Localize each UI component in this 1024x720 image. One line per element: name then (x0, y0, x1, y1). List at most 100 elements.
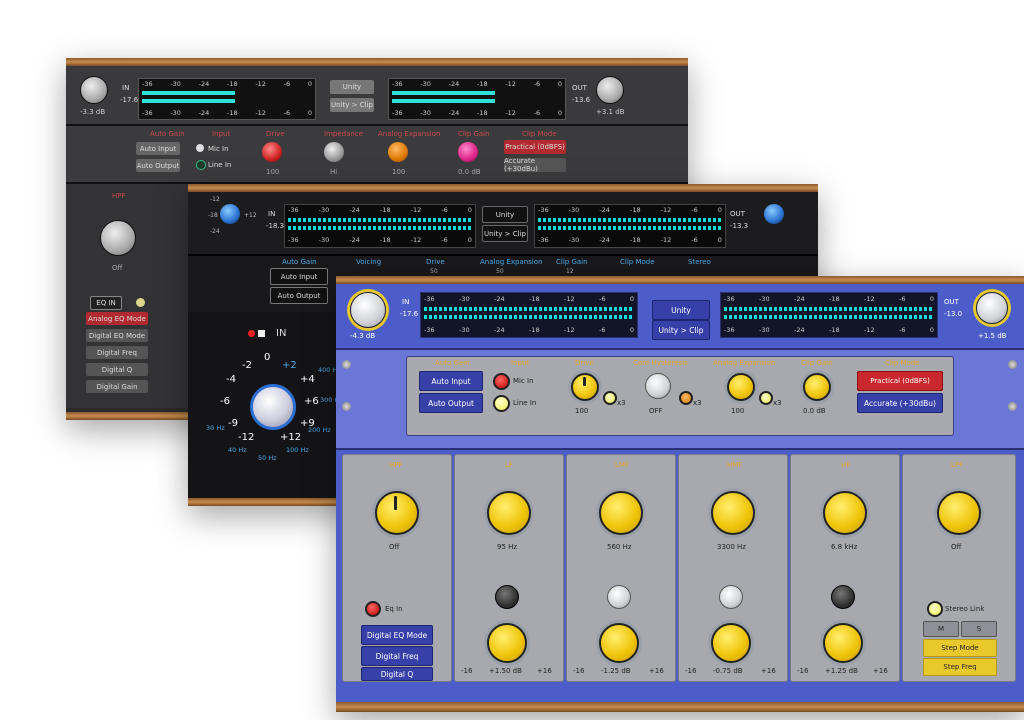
hf-freq-knob[interactable] (823, 491, 867, 535)
hmf-gain-knob[interactable] (711, 623, 751, 663)
meter-scale-top: -36 -30 -24 -18 -12 -6 0 (142, 80, 312, 88)
dial-label: +6 (304, 396, 319, 407)
dial-label: +4 (300, 374, 315, 385)
clip-accurate-button[interactable]: Accurate (+30dBu) (504, 157, 566, 173)
eq-in-led[interactable] (136, 298, 145, 307)
hmf-freq-knob[interactable] (711, 491, 755, 535)
unity-button[interactable]: Unity (652, 300, 710, 320)
clip-practical-button[interactable]: Practical (0dBFS) (857, 371, 943, 391)
freq-label: 30 Hz (206, 424, 225, 432)
mode-digital-freq[interactable]: Digital Freq (86, 346, 148, 359)
gain-max: +16 (761, 667, 776, 675)
step-freq-button[interactable]: Step Freq (923, 658, 997, 676)
lf-gain-knob[interactable] (487, 623, 527, 663)
in-led[interactable] (248, 330, 255, 337)
clip-gain-knob[interactable] (803, 373, 831, 401)
band-gain: -1.25 dB (601, 667, 631, 675)
eq-in-label[interactable]: EQ IN (90, 296, 122, 310)
expansion-x3-led[interactable] (759, 391, 773, 405)
core-hysteresis-knob[interactable] (645, 373, 671, 399)
unity-clip-button[interactable]: Unity > Clip (330, 98, 374, 112)
input-gain-knob[interactable] (80, 76, 108, 104)
auto-input-button[interactable]: Auto Input (419, 371, 483, 391)
mode-digital-freq[interactable]: Digital Freq (361, 646, 433, 666)
auto-output-button[interactable]: Auto Output (270, 287, 328, 304)
meter-bar-r (142, 99, 235, 103)
lmf-freq-knob[interactable] (599, 491, 643, 535)
clip-accurate-button[interactable]: Accurate (+30dBu) (857, 393, 943, 413)
hf-shape-knob[interactable] (831, 585, 855, 609)
hpf-knob[interactable] (100, 220, 136, 256)
lmf-gain-knob[interactable] (599, 623, 639, 663)
impedance-knob[interactable] (324, 142, 344, 162)
unity-button[interactable]: Unity (330, 80, 374, 94)
gain-min: -16 (461, 667, 473, 675)
output-gain-knob[interactable] (764, 204, 784, 224)
clip-gain-knob[interactable] (458, 142, 478, 162)
mode-digital-eq[interactable]: Digital EQ Mode (86, 329, 148, 342)
drive-x3-led[interactable] (603, 391, 617, 405)
mode-digital-gain[interactable]: Digital Gain (86, 380, 148, 393)
gain-min: -16 (797, 667, 809, 675)
meter-scale-bottom: -36 -30 -24 -18 -12 -6 0 (724, 326, 934, 334)
output-gain-knob[interactable] (596, 76, 624, 104)
unity-clip-button[interactable]: Unity > Clip (482, 225, 528, 242)
unity-clip-button[interactable]: Unity > Clip (652, 320, 710, 340)
analog-expansion-knob[interactable] (727, 373, 755, 401)
section-auto-gain: Auto Gain (150, 130, 185, 138)
auto-input-button[interactable]: Auto Input (136, 142, 180, 155)
lf-freq-knob[interactable] (487, 491, 531, 535)
analog-expansion-knob[interactable] (388, 142, 408, 162)
input-gain-knob[interactable] (220, 204, 240, 224)
input-gain-knob[interactable] (350, 292, 386, 328)
auto-input-button[interactable]: Auto Input (270, 268, 328, 285)
unity-button[interactable]: Unity (482, 206, 528, 223)
lmf-q-knob[interactable] (607, 585, 631, 609)
meter-bar-l (724, 307, 934, 311)
band-value: 95 Hz (497, 543, 518, 551)
core-x3-led[interactable] (679, 391, 693, 405)
drive-knob[interactable] (571, 373, 599, 401)
step-mode-button[interactable]: Step Mode (923, 639, 997, 657)
section-clip-gain: Clip Gain (458, 130, 490, 138)
band-lf: LF 95 Hz -16 +1.50 dB +16 (454, 454, 564, 682)
in-value: -17.6 (120, 96, 139, 104)
mode-analog-eq[interactable]: Analog EQ Mode (86, 312, 148, 325)
eq-in-led[interactable] (365, 601, 381, 617)
hmf-q-knob[interactable] (719, 585, 743, 609)
clip-practical-button[interactable]: Practical (0dBFS) (504, 140, 566, 154)
hf-gain-knob[interactable] (823, 623, 863, 663)
section-clip-gain: Clip Gain (801, 359, 833, 367)
mid-button[interactable]: M (923, 621, 959, 637)
line-in-led[interactable] (196, 160, 206, 170)
control-strip: Auto Gain Input Drive Impedance Analog E… (66, 126, 688, 184)
in-value: -18.3 (266, 222, 285, 230)
mode-digital-eq[interactable]: Digital EQ Mode (361, 625, 433, 645)
mic-in-led[interactable] (196, 144, 204, 152)
output-gain-knob[interactable] (976, 292, 1008, 324)
wood-trim-top (188, 184, 818, 192)
line-in-label: Line In (513, 399, 537, 407)
auto-output-button[interactable]: Auto Output (419, 393, 483, 413)
band-lpf: LPF Off Stereo Link M S Step Mode Step F… (902, 454, 1016, 682)
mode-digital-q[interactable]: Digital Q (361, 667, 433, 681)
line-in-led[interactable] (493, 395, 510, 412)
input-dial-knob[interactable] (250, 384, 296, 430)
mic-in-led[interactable] (493, 373, 510, 390)
meter-bar-l (288, 218, 472, 222)
in-toggle[interactable] (258, 330, 265, 337)
hpf-knob[interactable] (375, 491, 419, 535)
stereo-link-led[interactable] (927, 601, 943, 617)
line-in-label: Line In (208, 161, 232, 169)
mode-digital-q[interactable]: Digital Q (86, 363, 148, 376)
gain-max: +16 (537, 667, 552, 675)
drive-knob[interactable] (262, 142, 282, 162)
lf-shape-knob[interactable] (495, 585, 519, 609)
meter-bar-l (538, 218, 722, 222)
auto-output-button[interactable]: Auto Output (136, 159, 180, 172)
dial-label: -2 (242, 360, 252, 371)
section-clip-mode: Clip Mode (522, 130, 557, 138)
side-button[interactable]: S (961, 621, 997, 637)
lpf-knob[interactable] (937, 491, 981, 535)
analog-expansion-value: 100 (731, 407, 745, 415)
